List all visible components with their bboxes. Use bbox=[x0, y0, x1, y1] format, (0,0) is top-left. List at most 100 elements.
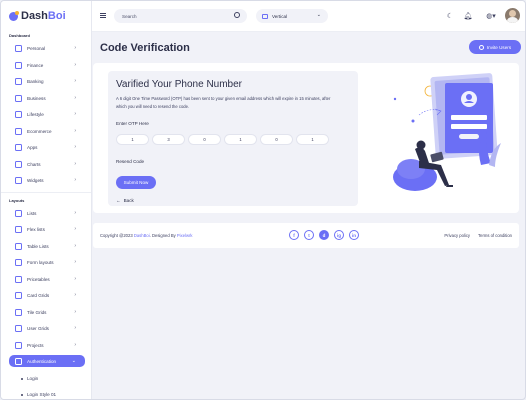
discord-icon[interactable]: d bbox=[319, 230, 329, 240]
footer-links: Privacy policy Terms of condition bbox=[444, 233, 512, 238]
page-title: Code Verification bbox=[100, 42, 190, 54]
user-plus-icon bbox=[478, 44, 484, 50]
chevron-right-icon: › bbox=[74, 45, 76, 51]
sidebar-item-authentication[interactable]: Authentication ⌄ bbox=[9, 355, 85, 367]
sub-item-login-style-01[interactable]: Login Style 01 bbox=[21, 392, 56, 397]
chevron-right-icon: › bbox=[74, 111, 76, 117]
sidebar-item-ecommerce[interactable]: Ecommerce › bbox=[9, 125, 85, 137]
search-input[interactable] bbox=[122, 13, 232, 19]
moon-icon[interactable]: ☾ bbox=[443, 9, 457, 23]
chevron-right-icon: › bbox=[74, 78, 76, 84]
verify-description: A 6 digit One Time Password (OTP) has be… bbox=[116, 96, 331, 109]
invite-users-button[interactable]: Invite Users bbox=[469, 40, 521, 54]
sidebar-item-user-grids[interactable]: User Grids › bbox=[9, 322, 85, 334]
card-grid-icon bbox=[15, 291, 22, 299]
sidebar-item-form-layouts[interactable]: Form layouts › bbox=[9, 256, 85, 268]
sidebar: DashBoi Dashboard Personal › Finance › Ban… bbox=[1, 1, 92, 399]
chevron-right-icon: › bbox=[74, 95, 76, 101]
otp-digit-4[interactable] bbox=[224, 134, 257, 145]
otp-digit-2[interactable] bbox=[152, 134, 185, 145]
sidebar-item-pricetables[interactable]: Pricetables › bbox=[9, 273, 85, 285]
chevron-right-icon: › bbox=[74, 342, 76, 348]
topbar: Vertical ⌄ ☾ 🔔︎ ◍▾ bbox=[92, 1, 525, 32]
submit-button[interactable]: Submit Now bbox=[116, 176, 156, 189]
widgets-icon bbox=[15, 176, 22, 184]
brand-link[interactable]: DashBoi bbox=[134, 233, 150, 238]
sidebar-item-table-lists[interactable]: Table Lists › bbox=[9, 240, 85, 252]
briefcase-icon bbox=[15, 94, 22, 102]
sidebar-item-lifestyle[interactable]: Lifestyle › bbox=[9, 108, 85, 120]
chevron-right-icon: › bbox=[74, 325, 76, 331]
instagram-icon[interactable]: ig bbox=[334, 230, 344, 240]
sidebar-item-projects[interactable]: Projects › bbox=[9, 339, 85, 351]
otp-label: Enter OTP Here bbox=[116, 121, 149, 126]
bell-icon[interactable]: 🔔︎ bbox=[461, 9, 475, 23]
privacy-policy-link[interactable]: Privacy policy bbox=[444, 233, 470, 238]
verification-form: Varified Your Phone Number A 6 digit One… bbox=[108, 71, 358, 206]
otp-digit-5[interactable] bbox=[260, 134, 293, 145]
chevron-right-icon: › bbox=[74, 292, 76, 298]
otp-digit-3[interactable] bbox=[188, 134, 221, 145]
sub-item-login[interactable]: Login bbox=[21, 376, 38, 381]
auth-icon bbox=[15, 357, 22, 365]
sidebar-item-finance[interactable]: Finance › bbox=[9, 59, 85, 71]
form-icon bbox=[15, 258, 22, 266]
menu-toggle-icon[interactable] bbox=[100, 13, 106, 18]
verify-title: Varified Your Phone Number bbox=[116, 79, 243, 90]
bank-icon bbox=[15, 77, 22, 85]
verification-card: Varified Your Phone Number A 6 digit One… bbox=[93, 63, 519, 213]
flex-list-icon bbox=[15, 225, 22, 233]
arrow-left-icon: ← bbox=[116, 198, 121, 203]
sidebar-divider bbox=[1, 192, 91, 193]
otp-digit-6[interactable] bbox=[296, 134, 329, 145]
sidebar-item-card-grids[interactable]: Card Grids › bbox=[9, 289, 85, 301]
search-box bbox=[114, 9, 247, 23]
layout-select[interactable]: Vertical ⌄ bbox=[256, 9, 328, 23]
user-grid-icon bbox=[15, 324, 22, 332]
lifestyle-icon bbox=[15, 110, 22, 118]
sidebar-item-tile-grids[interactable]: Tile Grids › bbox=[9, 306, 85, 318]
facebook-icon[interactable]: f bbox=[289, 230, 299, 240]
section-title-dashboard: Dashboard bbox=[9, 33, 30, 38]
sidebar-item-charts[interactable]: Charts › bbox=[9, 158, 85, 170]
apps-icon bbox=[15, 143, 22, 151]
sidebar-item-lists[interactable]: Lists › bbox=[9, 207, 85, 219]
section-title-layouts: Layouts bbox=[9, 198, 25, 203]
finance-icon bbox=[15, 61, 22, 69]
chevron-down-icon: ⌄ bbox=[71, 358, 76, 364]
otp-digit-1[interactable] bbox=[116, 134, 149, 145]
search-icon[interactable] bbox=[234, 12, 240, 18]
logo-icon bbox=[9, 10, 19, 21]
chevron-right-icon: › bbox=[74, 276, 76, 282]
verification-illustration bbox=[393, 73, 501, 191]
resend-code-link[interactable]: Resend Code bbox=[116, 159, 144, 164]
chevron-right-icon: › bbox=[74, 243, 76, 249]
author-link[interactable]: Pixelwrk bbox=[177, 233, 193, 238]
bullet-icon bbox=[21, 377, 23, 380]
terms-link[interactable]: Terms of condition bbox=[478, 233, 512, 238]
copyright-text: Copyright @2023 DashBoi. Designed By Pix… bbox=[100, 233, 193, 238]
footer: Copyright @2023 DashBoi. Designed By Pix… bbox=[93, 223, 519, 248]
logo[interactable]: DashBoi bbox=[9, 9, 66, 23]
chevron-right-icon: › bbox=[74, 161, 76, 167]
home-icon bbox=[15, 44, 22, 52]
sidebar-item-widgets[interactable]: Widgets › bbox=[9, 174, 85, 186]
back-link[interactable]: ← Back bbox=[116, 198, 134, 203]
globe-icon[interactable]: ◍▾ bbox=[482, 9, 500, 23]
cart-icon bbox=[15, 127, 22, 135]
social-links: f t d ig in bbox=[289, 230, 359, 240]
logo-suffix: Boi bbox=[47, 10, 66, 22]
linkedin-icon[interactable]: in bbox=[349, 230, 359, 240]
bullet-icon bbox=[21, 393, 23, 396]
price-icon bbox=[15, 275, 22, 283]
chevron-right-icon: › bbox=[74, 259, 76, 265]
sidebar-item-flex-lists[interactable]: Flex lists › bbox=[9, 223, 85, 235]
project-icon bbox=[15, 341, 22, 349]
sidebar-item-personal[interactable]: Personal › bbox=[9, 42, 85, 54]
sidebar-item-business[interactable]: Business › bbox=[9, 92, 85, 104]
sidebar-item-apps[interactable]: Apps › bbox=[9, 141, 85, 153]
avatar[interactable] bbox=[505, 8, 520, 23]
chevron-right-icon: › bbox=[74, 144, 76, 150]
twitter-icon[interactable]: t bbox=[304, 230, 314, 240]
sidebar-item-banking[interactable]: Banking › bbox=[9, 75, 85, 87]
